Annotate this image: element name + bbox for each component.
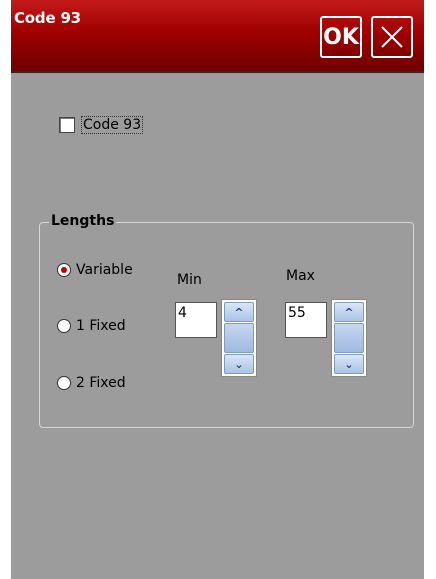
radio-variable-indicator[interactable] [57,263,71,277]
max-spinner-track[interactable] [334,323,364,353]
window-title: Code 93 [14,9,81,27]
min-length-spinner[interactable]: ^ ⌄ [221,299,257,377]
max-length-input[interactable]: 55 [285,302,327,338]
min-decrement-button[interactable]: ⌄ [224,354,254,374]
ok-button[interactable]: OK [320,16,362,58]
radio-2-fixed-indicator[interactable] [57,376,71,390]
enable-code93-checkbox[interactable] [59,117,75,133]
radio-1-fixed-label[interactable]: 1 Fixed [76,318,126,334]
max-length-spinner[interactable]: ^ ⌄ [331,299,367,377]
min-spinner-track[interactable] [224,323,254,353]
enable-code93-row[interactable]: Code 93 [59,116,144,134]
radio-variable-label[interactable]: Variable [76,262,133,278]
close-button[interactable] [371,16,413,58]
enable-code93-label[interactable]: Code 93 [80,116,144,134]
radio-1-fixed[interactable]: 1 Fixed [57,318,126,334]
min-label: Min [177,272,202,288]
max-increment-button[interactable]: ^ [334,302,364,322]
min-increment-button[interactable]: ^ [224,302,254,322]
max-label: Max [286,268,315,284]
max-decrement-button[interactable]: ⌄ [334,354,364,374]
settings-window: Code 93 OK Code 93 Lengths Variable 1 Fi… [11,0,424,579]
radio-1-fixed-indicator[interactable] [57,319,71,333]
lengths-group-label: Lengths [49,213,117,229]
min-length-input[interactable]: 4 [175,302,217,338]
title-bar: Code 93 OK [11,0,424,73]
radio-2-fixed-label[interactable]: 2 Fixed [76,375,126,391]
close-icon [381,26,403,48]
radio-2-fixed[interactable]: 2 Fixed [57,375,126,391]
radio-variable[interactable]: Variable [57,262,133,278]
